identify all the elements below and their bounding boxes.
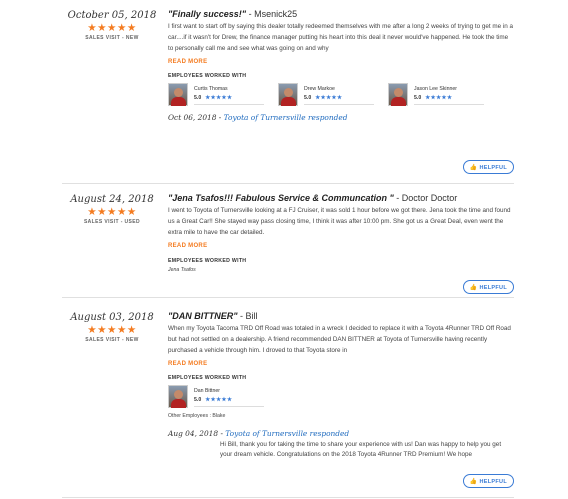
review-title-line: "Jena Tsafos!!! Fabulous Service & Commu… — [168, 192, 514, 204]
employee-name: Drew Markoe — [304, 85, 335, 92]
employees-heading: EMPLOYEES WORKED WITH — [168, 257, 247, 264]
employee-score: 5.0 ★★★★★ — [194, 94, 233, 101]
visit-type: SALES VISIT - NEW — [85, 337, 139, 343]
thumbs-up-icon: 👍 — [469, 165, 478, 171]
review-author: - Doctor Doctor — [393, 193, 458, 203]
review-body: I went to Toyota of Turnersville looking… — [168, 207, 511, 237]
employee-score: 5.0 ★★★★★ — [304, 94, 343, 101]
review-body: When my Toyota Tacoma TRD Off Road was t… — [168, 325, 511, 355]
employee-name: Curtis Thomas — [194, 85, 228, 92]
review-content: "Jena Tsafos!!! Fabulous Service & Commu… — [168, 192, 514, 273]
helpful-button[interactable]: 👍 HELPFUL — [462, 474, 514, 488]
review-meta: August 03, 2018 ★★★★★ SALES VISIT - NEW — [62, 312, 162, 343]
employee-card[interactable]: Dan Bittner 5.0 ★★★★★ — [168, 384, 268, 409]
review-title: "Finally success!" — [168, 9, 247, 19]
visit-type: SALES VISIT - NEW — [85, 35, 139, 41]
employee-stars: ★★★★★ — [205, 396, 233, 403]
reviews-page: October 05, 2018 ★★★★★ SALES VISIT - NEW… — [0, 0, 568, 499]
review-date: October 05, 2018 — [67, 10, 157, 21]
helpful-button[interactable]: 👍 HELPFUL — [462, 280, 514, 294]
visit-type: SALES VISIT - USED — [83, 219, 141, 225]
review-content: "DAN BITTNER" - Bill When my Toyota Taco… — [168, 310, 514, 461]
review-content: "Finally success!" - Msenick25 I first w… — [168, 8, 514, 122]
review-card: August 24, 2018 ★★★★★ SALES VISIT - USED… — [62, 190, 514, 294]
rating-stars: ★★★★★ — [87, 324, 137, 336]
divider — [304, 103, 374, 105]
employee-card[interactable]: Drew Markoe 5.0 ★★★★★ — [278, 82, 378, 107]
dealer-link[interactable]: Toyota of Turnersville responded — [224, 113, 348, 122]
review-title: "Jena Tsafos!!! Fabulous Service & Commu… — [168, 193, 394, 203]
employee-score: 5.0 ★★★★★ — [194, 396, 233, 403]
employee-stars: ★★★★★ — [315, 94, 343, 101]
divider — [194, 405, 264, 407]
review-card: August 03, 2018 ★★★★★ SALES VISIT - NEW … — [62, 304, 514, 496]
employee-list: Curtis Thomas 5.0 ★★★★★ Drew Markoe 5.0 ★★… — [168, 82, 514, 113]
read-more-link[interactable]: READ MORE — [168, 59, 514, 65]
review-date: August 03, 2018 — [70, 312, 154, 323]
employees-heading: EMPLOYEES WORKED WITH — [168, 374, 247, 381]
other-employees: Other Employees : Blake — [168, 412, 226, 419]
employee-stars: ★★★★★ — [205, 94, 233, 101]
divider — [62, 297, 514, 298]
review-card: October 05, 2018 ★★★★★ SALES VISIT - NEW… — [62, 8, 514, 180]
response-body: Hi Bill, thank you for taking the time t… — [220, 440, 502, 459]
employee-list: Dan Bittner 5.0 ★★★★★ — [168, 384, 514, 411]
avatar — [278, 82, 298, 106]
thumbs-up-icon: 👍 — [469, 479, 478, 485]
employee-name: Jason Lee Skinner — [414, 85, 457, 92]
review-author: - Bill — [237, 311, 258, 321]
avatar — [168, 384, 188, 408]
employee-stars: ★★★★★ — [425, 94, 453, 101]
avatar — [388, 82, 408, 106]
divider — [194, 103, 264, 105]
response-date: Oct 06, 2018 — [168, 112, 217, 122]
employee-card[interactable]: Curtis Thomas 5.0 ★★★★★ — [168, 82, 268, 107]
divider — [62, 183, 514, 184]
read-more-link[interactable]: READ MORE — [168, 243, 514, 249]
thumbs-up-icon: 👍 — [469, 285, 478, 291]
helpful-button[interactable]: 👍 HELPFUL — [462, 160, 514, 174]
review-title-line: "Finally success!" - Msenick25 — [168, 8, 514, 20]
review-body: I first want to start off by saying this… — [168, 23, 513, 53]
employee-score: 5.0 ★★★★★ — [414, 94, 453, 101]
dealer-link[interactable]: Toyota of Turnersville responded — [225, 429, 349, 438]
divider — [62, 497, 514, 498]
response-date: Aug 04, 2018 — [168, 428, 219, 438]
employee-card[interactable]: Jason Lee Skinner 5.0 ★★★★★ — [388, 82, 498, 107]
rating-stars: ★★★★★ — [87, 206, 137, 218]
review-meta: August 24, 2018 ★★★★★ SALES VISIT - USED — [62, 194, 162, 225]
employees-heading: EMPLOYEES WORKED WITH — [168, 72, 247, 79]
divider — [414, 103, 484, 105]
review-title-line: "DAN BITTNER" - Bill — [168, 310, 514, 322]
review-title: "DAN BITTNER" — [168, 311, 238, 321]
review-author: - Msenick25 — [246, 9, 298, 19]
employee-name: Dan Bittner — [194, 387, 220, 394]
review-date: August 24, 2018 — [70, 194, 154, 205]
dealer-response: Aug 04, 2018 - Toyota of Turnersville re… — [168, 428, 350, 438]
avatar — [168, 82, 188, 106]
rating-stars: ★★★★★ — [87, 22, 137, 34]
employee-text: Jena Tsafos — [168, 266, 196, 273]
read-more-link[interactable]: READ MORE — [168, 361, 514, 367]
review-meta: October 05, 2018 ★★★★★ SALES VISIT - NEW — [62, 10, 162, 41]
dealer-response: Oct 06, 2018 - Toyota of Turnersville re… — [168, 112, 348, 122]
